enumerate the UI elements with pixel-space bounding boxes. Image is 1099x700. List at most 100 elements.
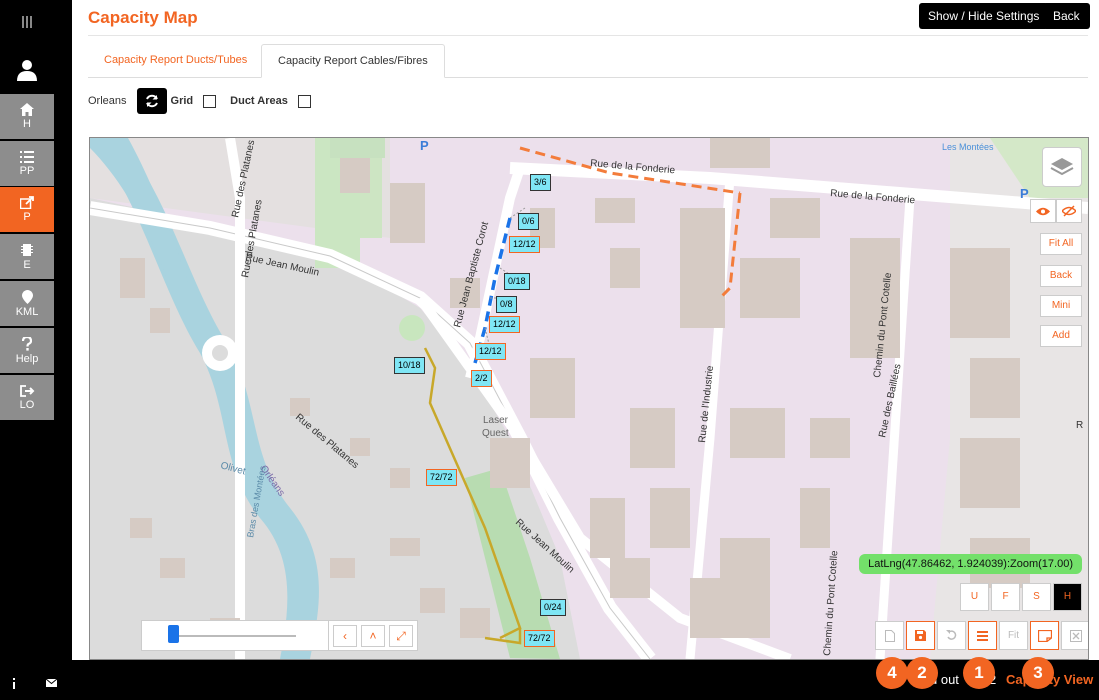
view-u-button[interactable]: U <box>960 583 989 611</box>
layers-button[interactable] <box>1042 147 1082 187</box>
sidebar-item-label: P <box>23 211 31 223</box>
sidebar-item-help[interactable]: Help <box>0 328 54 375</box>
sidebar-item-e[interactable]: E <box>0 234 54 281</box>
capacity-label[interactable]: 72/72 <box>524 630 555 647</box>
hide-layer-button[interactable] <box>1056 199 1082 223</box>
share-icon <box>19 196 34 209</box>
mini-button[interactable]: Mini <box>1040 295 1082 317</box>
sidebar-item-home[interactable]: H <box>0 94 54 141</box>
note-button[interactable] <box>1030 621 1059 650</box>
menu-icon[interactable] <box>0 0 54 44</box>
divider <box>88 35 1088 36</box>
close-box-icon <box>1069 629 1082 642</box>
add-button[interactable]: Add <box>1040 325 1082 347</box>
sticky-note-icon <box>1037 629 1052 642</box>
map-canvas[interactable]: Rue de la Fonderie Rue de la Fonderie Ru… <box>89 137 1089 660</box>
sidebar-item-pp[interactable]: PP <box>0 141 54 188</box>
options-row: Orleans Grid Duct Areas <box>88 88 325 114</box>
tab-ducts-tubes[interactable]: Capacity Report Ducts/Tubes <box>88 44 263 76</box>
show-hide-settings-button[interactable]: Show / Hide Settings <box>919 3 1049 29</box>
fit-button[interactable]: Fit <box>999 621 1028 650</box>
tab-cables-fibres[interactable]: Capacity Report Cables/Fibres <box>261 44 445 78</box>
divider <box>328 621 329 650</box>
map-pin-icon <box>21 289 33 304</box>
tab-bar: Capacity Report Ducts/Tubes Capacity Rep… <box>88 44 1088 78</box>
chip-icon <box>21 243 33 256</box>
undo-icon <box>946 630 957 640</box>
refresh-button[interactable] <box>136 88 167 114</box>
visibility-toggle <box>1030 199 1082 223</box>
map-base: Rue de la Fonderie Rue de la Fonderie Ru… <box>90 138 1088 659</box>
area-label: Orleans <box>88 95 127 107</box>
capacity-label[interactable]: 72/72 <box>426 469 457 486</box>
duct-areas-checkbox[interactable] <box>297 94 311 108</box>
capacity-label[interactable]: 0/18 <box>504 273 530 290</box>
sidebar-item-logout[interactable]: LO <box>0 375 54 422</box>
sidebar-item-label: Help <box>15 352 39 365</box>
save-button[interactable] <box>906 621 935 650</box>
capacity-label[interactable]: 2/2 <box>471 370 492 387</box>
close-button[interactable] <box>1061 621 1088 650</box>
info-icon[interactable] <box>12 678 16 689</box>
chevron-left-icon: ‹ <box>343 629 347 643</box>
callout-badge: 1 <box>963 657 995 689</box>
refresh-icon <box>145 94 158 108</box>
view-mode-group: U F S H <box>958 583 1082 611</box>
latlng-readout: LatLng(47.86462, 1.924039):Zoom(17.00) <box>859 554 1082 574</box>
fit-all-button[interactable]: Fit All <box>1040 233 1082 255</box>
list-icon <box>20 150 34 163</box>
view-s-button[interactable]: S <box>1022 583 1051 611</box>
capacity-label[interactable]: 0/6 <box>518 213 539 230</box>
grid-checkbox[interactable] <box>203 94 217 108</box>
up-button[interactable]: ˄ <box>361 625 385 647</box>
sidebar-item-label: H <box>23 118 31 130</box>
place-label: Les Montées <box>942 142 994 152</box>
save-icon <box>915 630 926 641</box>
timeline-slider[interactable]: ‹ ˄ ⤢ <box>141 620 418 651</box>
slider-track <box>174 635 296 637</box>
capacity-label[interactable]: 0/8 <box>496 296 517 313</box>
pdf-button[interactable] <box>875 621 904 650</box>
main-panel: Capacity Map Show / Hide Settings Back C… <box>72 0 1099 660</box>
undo-button[interactable] <box>937 621 966 650</box>
sidebar-item-label: PP <box>19 164 35 177</box>
view-h-button[interactable]: H <box>1053 583 1082 611</box>
place-label: Quest <box>482 428 509 439</box>
expand-button[interactable]: ⤢ <box>389 625 413 647</box>
pdf-file-icon <box>884 629 895 642</box>
capacity-label[interactable]: 12/12 <box>509 236 540 253</box>
sidebar-item-label: E <box>23 258 31 271</box>
mail-icon[interactable] <box>46 679 57 687</box>
callout-badge: 4 <box>876 657 908 689</box>
view-f-button[interactable]: F <box>991 583 1020 611</box>
street-label: R <box>1076 420 1083 431</box>
map-back-button[interactable]: Back <box>1040 265 1082 287</box>
show-layer-button[interactable] <box>1030 199 1056 223</box>
layers-icon <box>1050 158 1074 176</box>
callout-badge: 2 <box>906 657 938 689</box>
capacity-label[interactable]: 3/6 <box>530 174 551 191</box>
back-button[interactable]: Back <box>1043 3 1090 29</box>
capacity-label[interactable]: 12/12 <box>475 343 506 360</box>
list-icon <box>977 630 988 641</box>
eye-icon <box>1036 207 1050 215</box>
sidebar-item-label: LO <box>19 398 35 411</box>
sidebar: H PP P E KML Help LO <box>0 0 72 700</box>
callout-badge: 3 <box>1022 657 1054 689</box>
list-view-button[interactable] <box>968 621 997 650</box>
grid-label: Grid <box>170 95 194 107</box>
parking-icon: P <box>1020 186 1029 201</box>
sidebar-item-p[interactable]: P <box>0 187 54 234</box>
parking-icon: P <box>420 138 429 153</box>
sidebar-item-label: KML <box>15 305 39 318</box>
capacity-label[interactable]: 10/18 <box>394 357 425 374</box>
question-icon <box>22 336 32 351</box>
prev-button[interactable]: ‹ <box>333 625 357 647</box>
capacity-label[interactable]: 0/24 <box>540 599 566 616</box>
capacity-label[interactable]: 12/12 <box>489 316 520 333</box>
slider-handle[interactable] <box>168 625 179 643</box>
home-icon <box>20 103 34 116</box>
user-icon[interactable] <box>0 48 54 92</box>
expand-icon: ⤢ <box>396 629 406 643</box>
sidebar-item-kml[interactable]: KML <box>0 281 54 328</box>
